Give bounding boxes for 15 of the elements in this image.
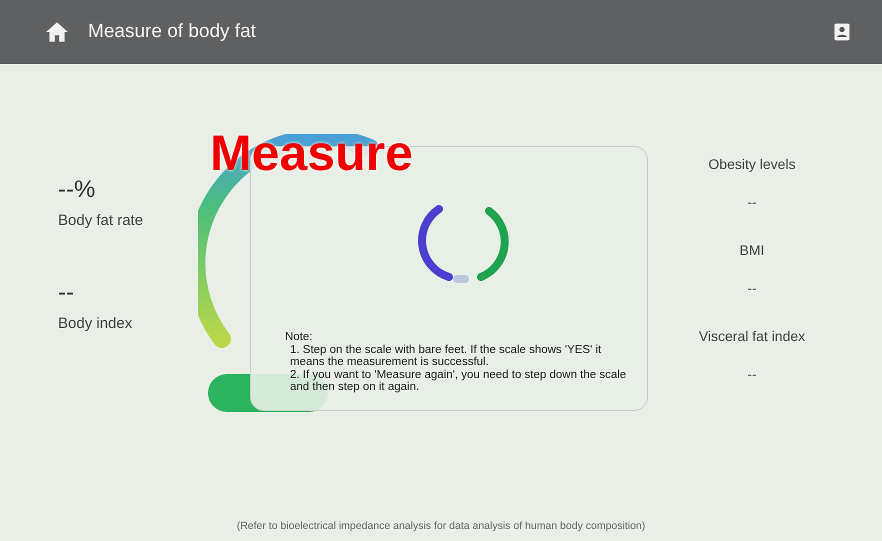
note-text: 2. If you want to 'Measure again', you need to step down the scale and then step on it again.: [289, 369, 628, 393]
metric-label: Visceral fat index: [698, 328, 806, 344]
metric-value: --%: [58, 176, 96, 204]
metric-value: --: [747, 280, 757, 296]
page-title: Measure of body fat: [88, 21, 257, 43]
note-text: 1. Step on the scale with bare feet. If the scale shows 'YES' it means the measurement is successful.: [289, 344, 602, 368]
footer-note: (Refer to bioelectrical impedance analysis for data analysis of human body composition): [236, 520, 646, 532]
metric-value: --: [747, 194, 757, 210]
metric-label: BMI: [740, 242, 764, 258]
metric-label: Body fat rate: [58, 212, 144, 229]
note-title: Note:: [285, 331, 314, 343]
metric-value: --: [58, 279, 75, 307]
metric-label: Obesity levels: [708, 156, 796, 172]
metric-label: Body index: [58, 315, 134, 332]
metric-value: --: [747, 366, 757, 382]
